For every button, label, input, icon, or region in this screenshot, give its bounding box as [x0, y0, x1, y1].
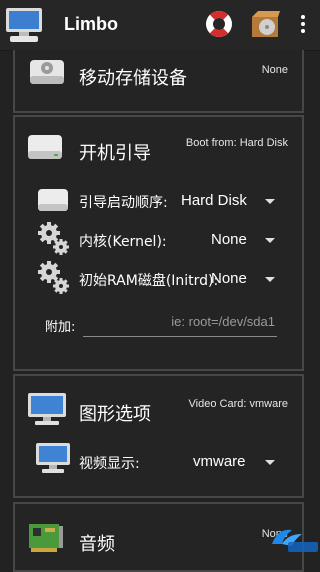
removable-title: 移动存储设备	[79, 68, 187, 89]
initrd-label: 初始RAM磁盘(Initrd):	[79, 273, 219, 289]
display-select[interactable]: vmware	[193, 451, 275, 475]
optical-drive-icon	[30, 60, 64, 84]
audio-title: 音频	[79, 534, 115, 555]
gears-icon	[38, 222, 69, 255]
hard-disk-icon	[38, 189, 68, 211]
gears-icon	[38, 261, 69, 294]
kernel-label: 内核(Kernel):	[79, 234, 167, 250]
app-title: Limbo	[64, 14, 118, 34]
lifebuoy-icon[interactable]	[204, 9, 234, 39]
boot-status: Boot from: Hard Disk	[185, 137, 288, 149]
boot-order-select[interactable]: Hard Disk	[181, 190, 275, 214]
display-value: vmware	[193, 453, 246, 470]
initrd-value: None	[211, 270, 247, 287]
hard-disk-icon	[28, 135, 62, 159]
removable-storage-card: 移动存储设备 None	[13, 50, 304, 113]
app-bar: Limbo	[0, 0, 320, 51]
append-input[interactable]: ie: root=/dev/sda1	[83, 314, 277, 337]
boot-title: 开机引导	[79, 143, 151, 164]
graphics-card: 图形选项 Video Card: vmware 视频显示: vmware	[13, 374, 304, 498]
append-label: 附加:	[45, 320, 76, 335]
dropdown-arrow-icon	[265, 199, 275, 204]
kernel-select[interactable]: None	[211, 229, 275, 253]
graphics-title: 图形选项	[79, 404, 151, 425]
boot-order-label: 引导启动顺序:	[79, 195, 168, 211]
dropdown-arrow-icon	[265, 238, 275, 243]
monitor-icon	[36, 443, 70, 473]
graphics-status: Video Card: vmware	[188, 398, 288, 410]
initrd-select[interactable]: None	[211, 268, 275, 292]
sound-card-icon	[29, 524, 63, 552]
overflow-menu-icon[interactable]	[296, 12, 310, 38]
computer-logo-icon	[6, 8, 42, 42]
boot-order-value: Hard Disk	[181, 192, 247, 209]
boot-card: 开机引导 Boot from: Hard Disk 引导启动顺序: Hard D…	[13, 115, 304, 371]
audio-card: 音频 None	[13, 502, 304, 572]
display-label: 视频显示:	[79, 456, 140, 472]
removable-status: None	[261, 64, 288, 76]
monitor-icon	[28, 393, 66, 425]
dropdown-arrow-icon	[265, 277, 275, 282]
disk-drive-icon[interactable]	[250, 9, 280, 39]
append-placeholder: ie: root=/dev/sda1	[171, 314, 275, 329]
dropdown-arrow-icon	[265, 460, 275, 465]
watermark-logo-icon	[272, 529, 318, 552]
kernel-value: None	[211, 231, 247, 248]
